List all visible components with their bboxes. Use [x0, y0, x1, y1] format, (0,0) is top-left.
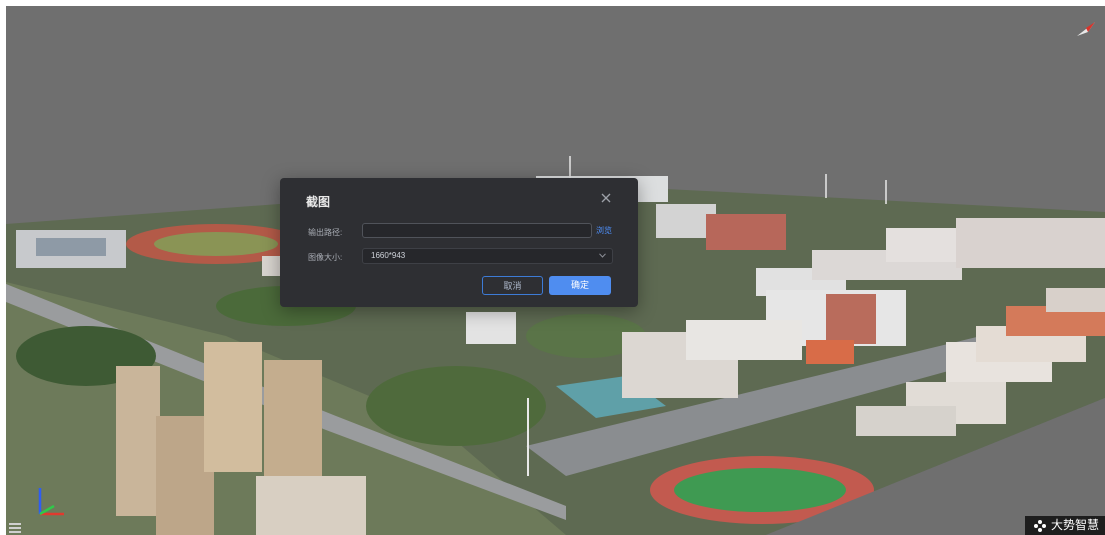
image-size-label: 图像大小:: [308, 253, 343, 262]
image-size-select[interactable]: 1660*943: [362, 248, 613, 264]
confirm-button[interactable]: 确定: [549, 276, 611, 295]
axes-gizmo-icon: [38, 488, 64, 516]
logo-text: 大势智慧: [1050, 518, 1099, 532]
output-path-input[interactable]: [362, 223, 592, 238]
image-size-value: 1660*943: [371, 251, 406, 260]
cancel-button[interactable]: 取消: [482, 276, 543, 295]
dialog-title: 截图: [306, 195, 331, 209]
chevron-down-icon: [599, 253, 606, 258]
browse-link[interactable]: 浏览: [596, 225, 612, 236]
brand-logo: 大势智慧: [1024, 516, 1105, 535]
output-path-label: 输出路径:: [308, 228, 343, 237]
screenshot-dialog: 截图 输出路径: 浏览 图像大小: 1660*943 取消 确定: [280, 178, 638, 307]
close-icon[interactable]: [600, 192, 612, 204]
compass-icon[interactable]: [1075, 20, 1097, 38]
logo-mark-icon: [1033, 519, 1046, 532]
menu-icon[interactable]: [9, 523, 21, 533]
